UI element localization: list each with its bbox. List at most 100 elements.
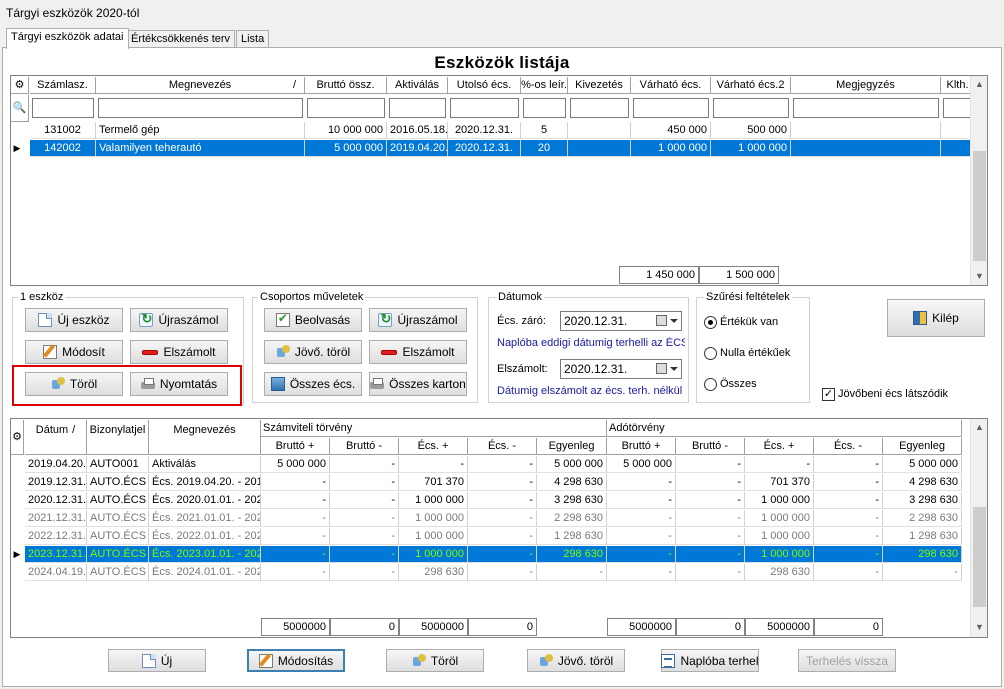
new-asset-button[interactable]: Új eszköz xyxy=(25,308,123,332)
cell-tax-ecs-minus: - xyxy=(814,564,883,581)
col-header-tax-gross-plus[interactable]: Bruttó + xyxy=(607,438,676,455)
table-row[interactable]: 2020.12.31. AUTO.ÉCS Écs. 2020.01.01. - 20… xyxy=(11,492,966,509)
total-ecs-button[interactable]: Összes écs. xyxy=(264,372,362,396)
cell-date: 2019.12.31. xyxy=(25,474,87,491)
filter-input-name[interactable] xyxy=(98,98,303,118)
tab-depreciation-plan[interactable]: Értékcsökkenés terv xyxy=(126,30,236,48)
modify-button[interactable]: Módosít xyxy=(25,340,123,364)
recalc-button[interactable]: Újraszámol xyxy=(130,308,228,332)
future-delete-button[interactable]: Jövő. töröl xyxy=(264,340,362,364)
calendar-icon xyxy=(656,315,667,326)
filter-label-all: Összes xyxy=(720,378,757,390)
scroll-up-icon[interactable]: ▲ xyxy=(971,76,987,93)
tab-list[interactable]: Lista xyxy=(236,30,270,48)
col-header-percent[interactable]: %-os leír. xyxy=(521,77,568,94)
filter-input-percent[interactable] xyxy=(523,98,566,118)
elszamolt-date-picker[interactable]: 2020.12.31. xyxy=(560,359,682,379)
col-header-acc-ecs-minus[interactable]: Écs. - xyxy=(468,438,537,455)
future-ecs-label: Jövőbeni écs látszódik xyxy=(838,388,949,400)
bottom-delete-button[interactable]: Töröl xyxy=(386,649,484,672)
total-card-button[interactable]: Összes karton xyxy=(369,372,467,396)
col-header-acc-gross-plus[interactable]: Bruttó + xyxy=(261,438,330,455)
scroll-down-icon[interactable]: ▼ xyxy=(971,268,987,285)
filter-input-account[interactable] xyxy=(32,98,94,118)
filter-radio-all[interactable] xyxy=(704,378,717,391)
filter-input-cost-center[interactable] xyxy=(943,98,973,118)
cell-acc-ecs-plus: 1 000 000 xyxy=(399,510,468,527)
cell-last-ecs: 2020.12.31. xyxy=(448,122,521,139)
cell-tax-balance: 2 298 630 xyxy=(883,510,962,527)
col-header-tax-balance[interactable]: Egyenleg xyxy=(883,438,962,455)
table-row[interactable]: 2019.12.31. AUTO.ÉCS Écs. 2019.04.20. - 20… xyxy=(11,474,966,491)
col-header-expected-ecs[interactable]: Várható écs. xyxy=(631,77,711,94)
row-indicator-icon xyxy=(12,528,22,545)
scroll-down-icon[interactable]: ▼ xyxy=(971,619,987,636)
filter-input-expected-ecs2[interactable] xyxy=(713,98,789,118)
col-header-retirement[interactable]: Kivezetés xyxy=(568,77,631,94)
bottom-modify-button[interactable]: Módosítás xyxy=(247,649,345,672)
future-ecs-checkbox[interactable]: ✓ xyxy=(822,388,835,401)
cell-tax-ecs-plus: 701 370 xyxy=(745,474,814,491)
cell-voucher: AUTO.ÉCS xyxy=(87,474,149,491)
import-button[interactable]: Beolvasás xyxy=(264,308,362,332)
table-row[interactable]: ▶ 142002 Valamilyen teherautó 5 000 000 2019… xyxy=(11,140,975,157)
settled-button[interactable]: Elszámolt xyxy=(130,340,228,364)
ledger-vscrollbar[interactable]: ▲ ▼ xyxy=(970,419,987,637)
col-header-gross[interactable]: Bruttó össz. xyxy=(305,77,387,94)
cell-tax-gross-plus: - xyxy=(607,528,676,545)
table-row[interactable]: 2024.04.19. AUTO.ÉCS Écs. 2024.01.01. - 20… xyxy=(11,564,966,581)
filter-input-activation[interactable] xyxy=(389,98,446,118)
col-header-last-ecs[interactable]: Utolsó écs. xyxy=(448,77,521,94)
binoculars-icon[interactable]: 🔍 xyxy=(11,95,29,122)
filter-input-expected-ecs[interactable] xyxy=(633,98,709,118)
tab-asset-data[interactable]: Tárgyi eszközök adatai xyxy=(6,28,129,49)
filter-radio-zero[interactable] xyxy=(704,347,717,360)
filter-radio-has-value[interactable] xyxy=(704,316,717,329)
table-row[interactable]: 2021.12.31. AUTO.ÉCS Écs. 2021.01.01. - 20… xyxy=(11,510,966,527)
cell-tax-ecs-plus: 1 000 000 xyxy=(745,528,814,545)
col-header-note[interactable]: Megjegyzés xyxy=(791,77,941,94)
col-header-tax-ecs-minus[interactable]: Écs. - xyxy=(814,438,883,455)
grid-options-icon[interactable]: ⚙ xyxy=(11,77,29,94)
filter-input-gross[interactable] xyxy=(307,98,385,118)
table-row[interactable]: 131002 Termelő gép 10 000 000 2016.05.18. 20… xyxy=(11,122,975,139)
undo-posting-button[interactable]: Terhelés vissza xyxy=(798,649,896,672)
cell-acc-ecs-minus: - xyxy=(468,510,537,527)
col-header-acc-gross-minus[interactable]: Bruttó - xyxy=(330,438,399,455)
cell-activation: 2016.05.18. xyxy=(387,122,448,139)
filter-input-note[interactable] xyxy=(793,98,939,118)
scroll-up-icon[interactable]: ▲ xyxy=(971,419,987,436)
col-header-activation[interactable]: Aktiválás xyxy=(387,77,448,94)
cell-percent: 20 xyxy=(521,140,568,157)
scroll-thumb[interactable] xyxy=(973,507,986,607)
col-header-name[interactable]: Megnevezés / xyxy=(96,77,305,94)
journal-button[interactable]: Naplóba terhel xyxy=(661,649,759,672)
table-row[interactable]: 2019.04.20. AUTO001 Aktiválás 5 000 000- - -5… xyxy=(11,456,966,473)
table-row[interactable]: 2022.12.31. AUTO.ÉCS Écs. 2022.01.01. - 20… xyxy=(11,528,966,545)
bottom-future-delete-button[interactable]: Jövő. töröl xyxy=(527,649,625,672)
bulk-settled-button[interactable]: Elszámolt xyxy=(369,340,467,364)
col-header-expected-ecs2[interactable]: Várható écs.2 xyxy=(711,77,791,94)
col-header-acc-ecs-plus[interactable]: Écs. + xyxy=(399,438,468,455)
cell-tax-gross-minus: - xyxy=(676,474,745,491)
col-header-date[interactable]: Dátum / xyxy=(25,420,87,455)
document-icon xyxy=(141,653,156,668)
filter-input-retirement[interactable] xyxy=(570,98,629,118)
table-row[interactable]: ▶ 2023.12.31. AUTO.ÉCS Écs. 2023.01.01. - 2… xyxy=(11,546,966,563)
col-header-tax-gross-minus[interactable]: Bruttó - xyxy=(676,438,745,455)
assets-vscrollbar[interactable]: ▲ ▼ xyxy=(970,76,987,285)
exit-button[interactable]: Kilép xyxy=(887,299,985,337)
filter-input-last-ecs[interactable] xyxy=(450,98,519,118)
ecs-zaro-date-picker[interactable]: 2020.12.31. xyxy=(560,311,682,331)
grid-options-icon[interactable]: ⚙ xyxy=(11,420,24,455)
cell-acc-gross-minus: - xyxy=(330,510,399,527)
bottom-new-button[interactable]: Új xyxy=(108,649,206,672)
scroll-thumb[interactable] xyxy=(973,151,986,261)
cell-tax-ecs-plus: - xyxy=(745,456,814,473)
col-header-description[interactable]: Megnevezés xyxy=(149,420,261,455)
col-header-tax-ecs-plus[interactable]: Écs. + xyxy=(745,438,814,455)
col-header-voucher[interactable]: Bizonylatjel xyxy=(87,420,149,455)
col-header-account[interactable]: Számlasz. xyxy=(30,77,96,94)
bulk-recalc-button[interactable]: Újraszámol xyxy=(369,308,467,332)
col-header-acc-balance[interactable]: Egyenleg xyxy=(537,438,607,455)
